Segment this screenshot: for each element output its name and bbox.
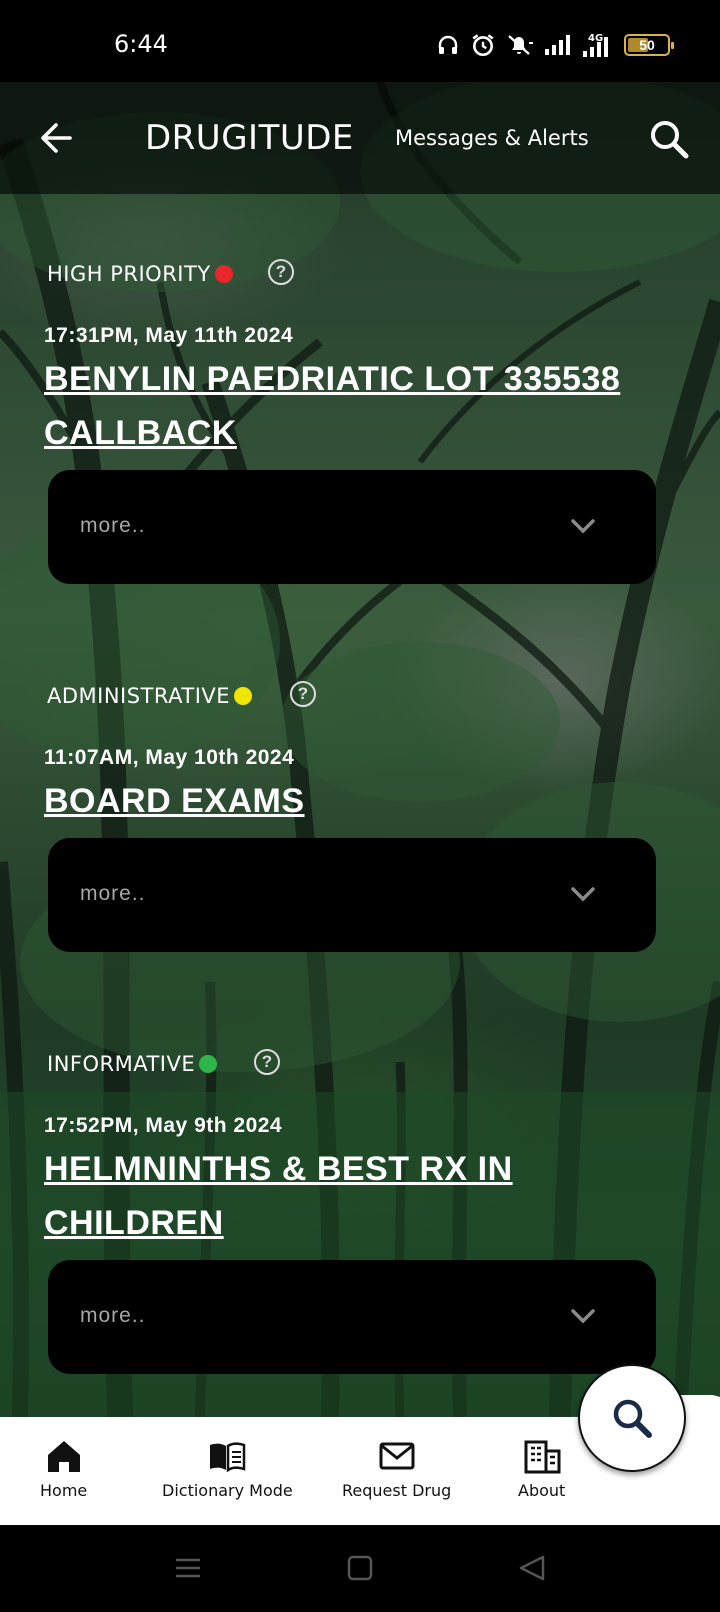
priority-dot bbox=[199, 1055, 218, 1073]
category-label: HIGH PRIORITY bbox=[47, 262, 211, 286]
nav-home[interactable]: Home bbox=[40, 1437, 87, 1500]
search-icon bbox=[651, 121, 689, 159]
back-button[interactable] bbox=[36, 118, 76, 158]
nav-about-label: About bbox=[518, 1481, 566, 1500]
category-row: HIGH PRIORITY bbox=[47, 262, 233, 286]
priority-dot bbox=[214, 265, 233, 283]
nav-home-label: Home bbox=[40, 1481, 88, 1500]
signal-4g-icon: 4G bbox=[582, 32, 614, 58]
message-title-link[interactable]: BOARD EXAMS bbox=[44, 774, 684, 828]
building-icon bbox=[524, 1440, 561, 1474]
home-square-icon[interactable] bbox=[347, 1555, 373, 1581]
chevron-down-icon bbox=[571, 1309, 595, 1324]
status-time: 6:44 bbox=[114, 30, 168, 58]
help-icon[interactable]: ? bbox=[254, 1049, 280, 1075]
status-bar: 6:44 4G 50 bbox=[0, 0, 720, 82]
help-icon[interactable]: ? bbox=[268, 259, 294, 285]
mail-icon bbox=[379, 1442, 415, 1470]
nav-dictionary-mode[interactable]: Dictionary Mode bbox=[162, 1437, 293, 1500]
message-title-link[interactable]: BENYLIN PAEDRIATIC LOT 335538 CALLBACK bbox=[44, 352, 684, 460]
message-timestamp: 17:52PM, May 9th 2024 bbox=[44, 1114, 283, 1137]
category-row: INFORMATIVE bbox=[47, 1052, 218, 1076]
book-icon bbox=[210, 1442, 246, 1473]
home-icon bbox=[47, 1441, 80, 1472]
message-timestamp: 17:31PM, May 11th 2024 bbox=[44, 324, 294, 347]
chevron-down-icon bbox=[571, 887, 595, 902]
category-row: ADMINISTRATIVE bbox=[47, 684, 253, 708]
bell-muted-icon bbox=[506, 32, 534, 58]
nav-request-drug[interactable]: Request Drug bbox=[342, 1437, 451, 1500]
battery-icon: 50 bbox=[624, 34, 674, 56]
search-icon bbox=[613, 1399, 652, 1438]
chevron-down-icon bbox=[571, 519, 595, 534]
back-triangle-icon[interactable] bbox=[519, 1555, 545, 1581]
help-icon[interactable]: ? bbox=[290, 681, 316, 707]
menu-icon[interactable] bbox=[176, 1558, 200, 1578]
app-title: DRUGITUDE bbox=[145, 118, 354, 158]
search-fab[interactable] bbox=[578, 1364, 686, 1472]
category-label: ADMINISTRATIVE bbox=[47, 684, 231, 708]
message-title-link[interactable]: HELMNINTHS & BEST RX IN CHILDREN bbox=[44, 1142, 684, 1250]
nav-dictionary-label: Dictionary Mode bbox=[162, 1481, 293, 1500]
more-label: more.. bbox=[80, 1304, 146, 1327]
status-icons: 4G 50 bbox=[436, 28, 674, 62]
expand-more-card[interactable]: more.. bbox=[48, 470, 656, 584]
page-title: Messages & Alerts bbox=[395, 126, 589, 150]
system-nav-bar bbox=[0, 1525, 720, 1612]
more-label: more.. bbox=[80, 514, 146, 537]
priority-dot bbox=[234, 687, 253, 705]
app-bar: DRUGITUDE Messages & Alerts bbox=[0, 82, 720, 194]
alarm-icon bbox=[470, 32, 496, 58]
headphones-icon bbox=[436, 33, 460, 57]
signal-icon bbox=[544, 34, 572, 56]
expand-more-card[interactable]: more.. bbox=[48, 1260, 656, 1374]
message-timestamp: 11:07AM, May 10th 2024 bbox=[44, 746, 295, 769]
nav-about[interactable]: About bbox=[518, 1437, 565, 1500]
battery-level: 50 bbox=[639, 37, 655, 53]
nav-request-label: Request Drug bbox=[342, 1481, 452, 1500]
search-button[interactable] bbox=[648, 118, 690, 160]
more-label: more.. bbox=[80, 882, 146, 905]
expand-more-card[interactable]: more.. bbox=[48, 838, 656, 952]
arrow-left-icon bbox=[41, 123, 72, 153]
category-label: INFORMATIVE bbox=[47, 1052, 196, 1076]
